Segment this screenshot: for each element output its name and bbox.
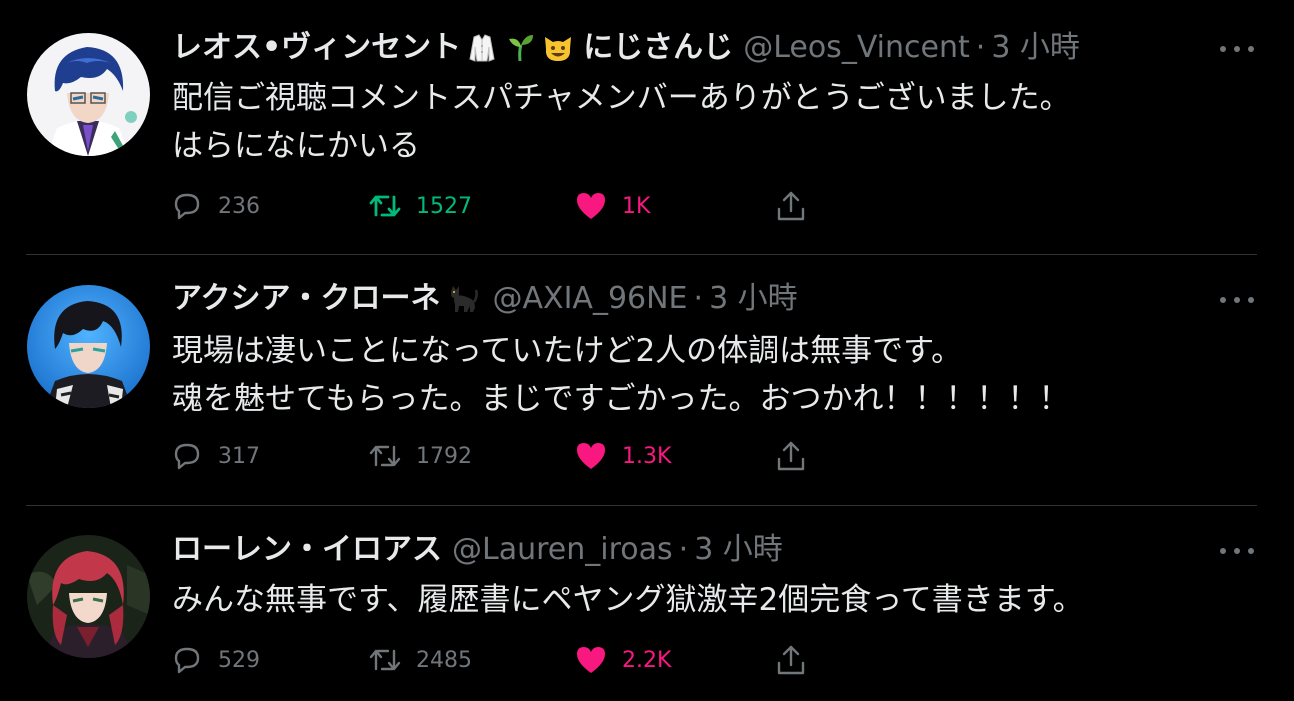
tweet-text: 配信ご視聴コメントスパチャメンバーありがとうございました。 はらになにかいる	[172, 74, 1071, 170]
heart-icon	[577, 443, 605, 469]
display-name[interactable]: レオス•ヴィンセント	[172, 28, 461, 68]
avatar-image	[27, 535, 150, 658]
tweet-timestamp[interactable]: 3 小時	[991, 28, 1080, 68]
display-name[interactable]: アクシア・クローネ	[172, 279, 441, 319]
tweet-actions: 529 2485 2.2K	[170, 642, 830, 678]
retweet-button[interactable]: 2485	[368, 642, 472, 678]
like-button[interactable]: 1.3K	[574, 438, 671, 474]
tweet-text-line: 魂を魅せてもらった。まじですごかった。おつかれ！！！！！！	[172, 381, 1070, 417]
lab-coat-emoji	[465, 31, 499, 65]
avatar-image	[27, 33, 150, 156]
tweet-text-line: 配信ご視聴コメントスパチャメンバーありがとうございました。	[172, 80, 1071, 116]
reply-icon	[174, 193, 200, 220]
tweet-header: レオス•ヴィンセント にじさんじ @Leos_Vincent · 3 小時	[172, 28, 1080, 68]
reply-button[interactable]: 529	[170, 642, 260, 678]
tweet-header: アクシア・クローネ @AXIA_96NE · 3 小時	[172, 279, 798, 319]
reply-count: 236	[218, 193, 260, 219]
tweet-text-line: はらになにかいる	[172, 128, 420, 164]
reply-icon	[174, 647, 200, 674]
share-button[interactable]	[774, 188, 808, 224]
black-cat-emoji	[445, 282, 479, 316]
name-emojis	[445, 282, 483, 316]
tweet-timestamp[interactable]: 3 小時	[709, 279, 798, 319]
reply-icon	[174, 443, 200, 470]
more-options-icon[interactable]	[1220, 295, 1254, 305]
display-name-suffix: にじさんじ	[583, 30, 734, 65]
tweet-header: ローレン・イロアス @Lauren_iroas · 3 小時	[172, 530, 783, 570]
meta-separator: ·	[678, 532, 689, 567]
tweet-actions: 236 1527 1K	[170, 188, 830, 224]
heart-icon	[577, 193, 605, 219]
like-count: 2.2K	[622, 647, 672, 673]
share-icon	[777, 441, 805, 471]
meta-separator: ·	[693, 281, 704, 316]
tweet-item[interactable]: レオス•ヴィンセント にじさんじ @Leos_Vincent · 3 小時 配信…	[0, 0, 1294, 254]
retweet-count: 1792	[416, 443, 472, 469]
tweet-item[interactable]: アクシア・クローネ @AXIA_96NE · 3 小時 現場は凄いことになってい…	[0, 255, 1294, 505]
display-name[interactable]: ローレン・イロアス	[172, 530, 442, 570]
retweet-icon	[369, 195, 401, 217]
like-count: 1.3K	[622, 443, 672, 469]
avatar[interactable]	[27, 535, 150, 658]
seedling-emoji	[503, 31, 537, 65]
grinning-cat-emoji	[541, 31, 575, 65]
like-button[interactable]: 1K	[574, 188, 650, 224]
tweet-item[interactable]: ローレン・イロアス @Lauren_iroas · 3 小時 みんな無事です、履…	[0, 506, 1294, 701]
retweet-button[interactable]: 1792	[368, 438, 472, 474]
tweet-text-line: 現場は凄いことになっていたけど2人の体調は無事です。	[172, 333, 963, 369]
user-handle[interactable]: @Leos_Vincent	[743, 28, 970, 68]
retweet-button[interactable]: 1527	[368, 188, 472, 224]
retweet-icon	[369, 649, 401, 671]
like-count: 1K	[622, 193, 651, 219]
share-button[interactable]	[774, 642, 808, 678]
avatar[interactable]	[27, 33, 150, 156]
share-icon	[777, 191, 805, 221]
tweet-timestamp[interactable]: 3 小時	[694, 530, 783, 570]
like-button[interactable]: 2.2K	[574, 642, 671, 678]
meta-separator: ·	[975, 30, 986, 65]
user-handle[interactable]: @Lauren_iroas	[452, 530, 673, 570]
tweet-text: 現場は凄いことになっていたけど2人の体調は無事です。 魂を魅せてもらった。まじで…	[172, 327, 1069, 423]
more-options-icon[interactable]	[1220, 546, 1254, 556]
retweet-count: 2485	[416, 647, 472, 673]
user-handle[interactable]: @AXIA_96NE	[493, 279, 688, 319]
share-button[interactable]	[774, 438, 808, 474]
reply-button[interactable]: 236	[170, 188, 260, 224]
tweet-actions: 317 1792 1.3K	[170, 438, 830, 474]
name-emojis	[465, 31, 579, 65]
retweet-icon	[369, 445, 401, 467]
share-icon	[777, 645, 805, 675]
heart-icon	[577, 647, 605, 673]
retweet-count: 1527	[416, 193, 472, 219]
avatar-image	[27, 285, 150, 408]
reply-button[interactable]: 317	[170, 438, 260, 474]
tweet-text-line: みんな無事です、履歴書にペヤング獄激辛2個完食って書きます。	[172, 582, 1084, 618]
reply-count: 529	[218, 647, 260, 673]
avatar[interactable]	[27, 285, 150, 408]
reply-count: 317	[218, 443, 260, 469]
more-options-icon[interactable]	[1220, 44, 1254, 54]
tweet-text: みんな無事です、履歴書にペヤング獄激辛2個完食って書きます。	[172, 576, 1084, 624]
